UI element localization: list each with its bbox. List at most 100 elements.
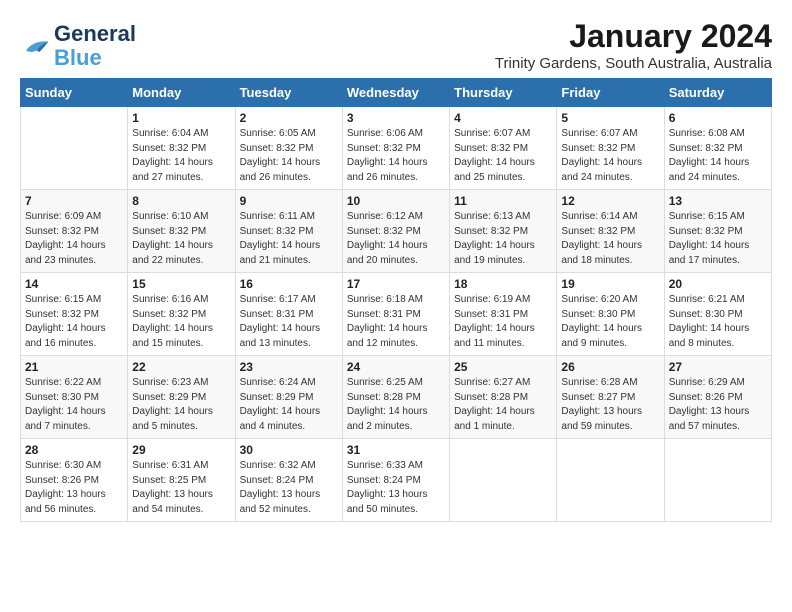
day-info: Sunrise: 6:28 AMSunset: 8:27 PMDaylight:… — [561, 376, 659, 434]
col-header-wednesday: Wednesday — [342, 79, 449, 107]
day-info: Sunrise: 6:27 AMSunset: 8:28 PMDaylight:… — [454, 376, 552, 434]
day-number: 22 — [132, 360, 230, 374]
day-info: Sunrise: 6:24 AMSunset: 8:29 PMDaylight:… — [240, 376, 338, 434]
day-cell: 26 Sunrise: 6:28 AMSunset: 8:27 PMDayligh… — [557, 356, 664, 439]
day-cell: 28 Sunrise: 6:30 AMSunset: 8:26 PMDayligh… — [21, 439, 128, 522]
day-info: Sunrise: 6:08 AMSunset: 8:32 PMDaylight:… — [669, 127, 767, 185]
day-info: Sunrise: 6:33 AMSunset: 8:24 PMDaylight:… — [347, 459, 445, 517]
day-number: 23 — [240, 360, 338, 374]
day-info: Sunrise: 6:15 AMSunset: 8:32 PMDaylight:… — [25, 293, 123, 351]
header: General Blue January 2024 Trinity Garden… — [20, 18, 772, 72]
day-info: Sunrise: 6:09 AMSunset: 8:32 PMDaylight:… — [25, 210, 123, 268]
day-info: Sunrise: 6:19 AMSunset: 8:31 PMDaylight:… — [454, 293, 552, 351]
day-cell: 29Sunrise: 6:31 AMSunset: 8:25 PMDayligh… — [128, 439, 235, 522]
day-info: Sunrise: 6:31 AMSunset: 8:25 PMDaylight:… — [132, 459, 230, 517]
logo-blue: Blue — [54, 45, 102, 70]
day-number: 8 — [132, 194, 230, 208]
page-title: January 2024 — [495, 18, 772, 55]
day-info: Sunrise: 6:14 AMSunset: 8:32 PMDaylight:… — [561, 210, 659, 268]
day-cell: 9Sunrise: 6:11 AMSunset: 8:32 PMDaylight… — [235, 190, 342, 273]
day-number: 1 — [132, 111, 230, 125]
day-cell: 13 Sunrise: 6:15 AMSunset: 8:32 PMDayligh… — [664, 190, 771, 273]
day-cell: 1 Sunrise: 6:04 AMSunset: 8:32 PMDaylight… — [128, 107, 235, 190]
day-info: Sunrise: 6:07 AMSunset: 8:32 PMDaylight:… — [454, 127, 552, 185]
day-info: Sunrise: 6:22 AMSunset: 8:30 PMDaylight:… — [25, 376, 123, 434]
day-info: Sunrise: 6:32 AMSunset: 8:24 PMDaylight:… — [240, 459, 338, 517]
col-header-saturday: Saturday — [664, 79, 771, 107]
day-cell: 15 Sunrise: 6:16 AMSunset: 8:32 PMDayligh… — [128, 273, 235, 356]
day-number: 10 — [347, 194, 445, 208]
header-row: SundayMondayTuesdayWednesdayThursdayFrid… — [21, 79, 772, 107]
day-number: 13 — [669, 194, 767, 208]
day-number: 2 — [240, 111, 338, 125]
day-number: 19 — [561, 277, 659, 291]
day-cell: 20Sunrise: 6:21 AMSunset: 8:30 PMDayligh… — [664, 273, 771, 356]
day-info: Sunrise: 6:12 AMSunset: 8:32 PMDaylight:… — [347, 210, 445, 268]
week-row-3: 14 Sunrise: 6:15 AMSunset: 8:32 PMDayligh… — [21, 273, 772, 356]
day-number: 25 — [454, 360, 552, 374]
week-row-5: 28 Sunrise: 6:30 AMSunset: 8:26 PMDayligh… — [21, 439, 772, 522]
day-number: 15 — [132, 277, 230, 291]
day-cell: 5Sunrise: 6:07 AMSunset: 8:32 PMDaylight… — [557, 107, 664, 190]
day-cell: 3 Sunrise: 6:06 AMSunset: 8:32 PMDaylight… — [342, 107, 449, 190]
week-row-2: 7 Sunrise: 6:09 AMSunset: 8:32 PMDaylight… — [21, 190, 772, 273]
week-row-4: 21 Sunrise: 6:22 AMSunset: 8:30 PMDayligh… — [21, 356, 772, 439]
col-header-friday: Friday — [557, 79, 664, 107]
day-number: 9 — [240, 194, 338, 208]
day-number: 7 — [25, 194, 123, 208]
day-number: 28 — [25, 443, 123, 457]
day-cell: 18 Sunrise: 6:19 AMSunset: 8:31 PMDayligh… — [450, 273, 557, 356]
day-info: Sunrise: 6:16 AMSunset: 8:32 PMDaylight:… — [132, 293, 230, 351]
day-cell: 27 Sunrise: 6:29 AMSunset: 8:26 PMDayligh… — [664, 356, 771, 439]
day-cell — [450, 439, 557, 522]
day-number: 14 — [25, 277, 123, 291]
day-info: Sunrise: 6:29 AMSunset: 8:26 PMDaylight:… — [669, 376, 767, 434]
day-cell: 2Sunrise: 6:05 AMSunset: 8:32 PMDaylight… — [235, 107, 342, 190]
day-info: Sunrise: 6:18 AMSunset: 8:31 PMDaylight:… — [347, 293, 445, 351]
day-number: 6 — [669, 111, 767, 125]
logo-general: General — [54, 21, 136, 46]
day-cell: 21 Sunrise: 6:22 AMSunset: 8:30 PMDayligh… — [21, 356, 128, 439]
day-number: 31 — [347, 443, 445, 457]
day-info: Sunrise: 6:13 AMSunset: 8:32 PMDaylight:… — [454, 210, 552, 268]
day-number: 20 — [669, 277, 767, 291]
col-header-tuesday: Tuesday — [235, 79, 342, 107]
day-info: Sunrise: 6:20 AMSunset: 8:30 PMDaylight:… — [561, 293, 659, 351]
day-info: Sunrise: 6:23 AMSunset: 8:29 PMDaylight:… — [132, 376, 230, 434]
day-number: 26 — [561, 360, 659, 374]
day-number: 18 — [454, 277, 552, 291]
day-cell: 16Sunrise: 6:17 AMSunset: 8:31 PMDayligh… — [235, 273, 342, 356]
day-info: Sunrise: 6:17 AMSunset: 8:31 PMDaylight:… — [240, 293, 338, 351]
day-number: 21 — [25, 360, 123, 374]
col-header-monday: Monday — [128, 79, 235, 107]
day-cell: 6 Sunrise: 6:08 AMSunset: 8:32 PMDaylight… — [664, 107, 771, 190]
day-info: Sunrise: 6:06 AMSunset: 8:32 PMDaylight:… — [347, 127, 445, 185]
calendar-table: SundayMondayTuesdayWednesdayThursdayFrid… — [20, 78, 772, 522]
page: General Blue January 2024 Trinity Garden… — [0, 0, 792, 536]
col-header-thursday: Thursday — [450, 79, 557, 107]
day-cell — [21, 107, 128, 190]
day-cell — [557, 439, 664, 522]
day-cell: 17Sunrise: 6:18 AMSunset: 8:31 PMDayligh… — [342, 273, 449, 356]
day-cell: 24Sunrise: 6:25 AMSunset: 8:28 PMDayligh… — [342, 356, 449, 439]
day-info: Sunrise: 6:04 AMSunset: 8:32 PMDaylight:… — [132, 127, 230, 185]
day-cell: 14 Sunrise: 6:15 AMSunset: 8:32 PMDayligh… — [21, 273, 128, 356]
day-cell: 22 Sunrise: 6:23 AMSunset: 8:29 PMDayligh… — [128, 356, 235, 439]
day-cell: 30Sunrise: 6:32 AMSunset: 8:24 PMDayligh… — [235, 439, 342, 522]
day-number: 3 — [347, 111, 445, 125]
day-cell: 31 Sunrise: 6:33 AMSunset: 8:24 PMDayligh… — [342, 439, 449, 522]
day-info: Sunrise: 6:10 AMSunset: 8:32 PMDaylight:… — [132, 210, 230, 268]
day-cell — [664, 439, 771, 522]
day-cell: 12 Sunrise: 6:14 AMSunset: 8:32 PMDayligh… — [557, 190, 664, 273]
day-info: Sunrise: 6:30 AMSunset: 8:26 PMDaylight:… — [25, 459, 123, 517]
logo: General Blue — [20, 22, 136, 70]
day-info: Sunrise: 6:15 AMSunset: 8:32 PMDaylight:… — [669, 210, 767, 268]
day-number: 27 — [669, 360, 767, 374]
day-number: 12 — [561, 194, 659, 208]
day-number: 5 — [561, 111, 659, 125]
day-cell: 7 Sunrise: 6:09 AMSunset: 8:32 PMDaylight… — [21, 190, 128, 273]
day-cell: 25 Sunrise: 6:27 AMSunset: 8:28 PMDayligh… — [450, 356, 557, 439]
col-header-sunday: Sunday — [21, 79, 128, 107]
day-cell: 19 Sunrise: 6:20 AMSunset: 8:30 PMDayligh… — [557, 273, 664, 356]
week-row-1: 1 Sunrise: 6:04 AMSunset: 8:32 PMDaylight… — [21, 107, 772, 190]
